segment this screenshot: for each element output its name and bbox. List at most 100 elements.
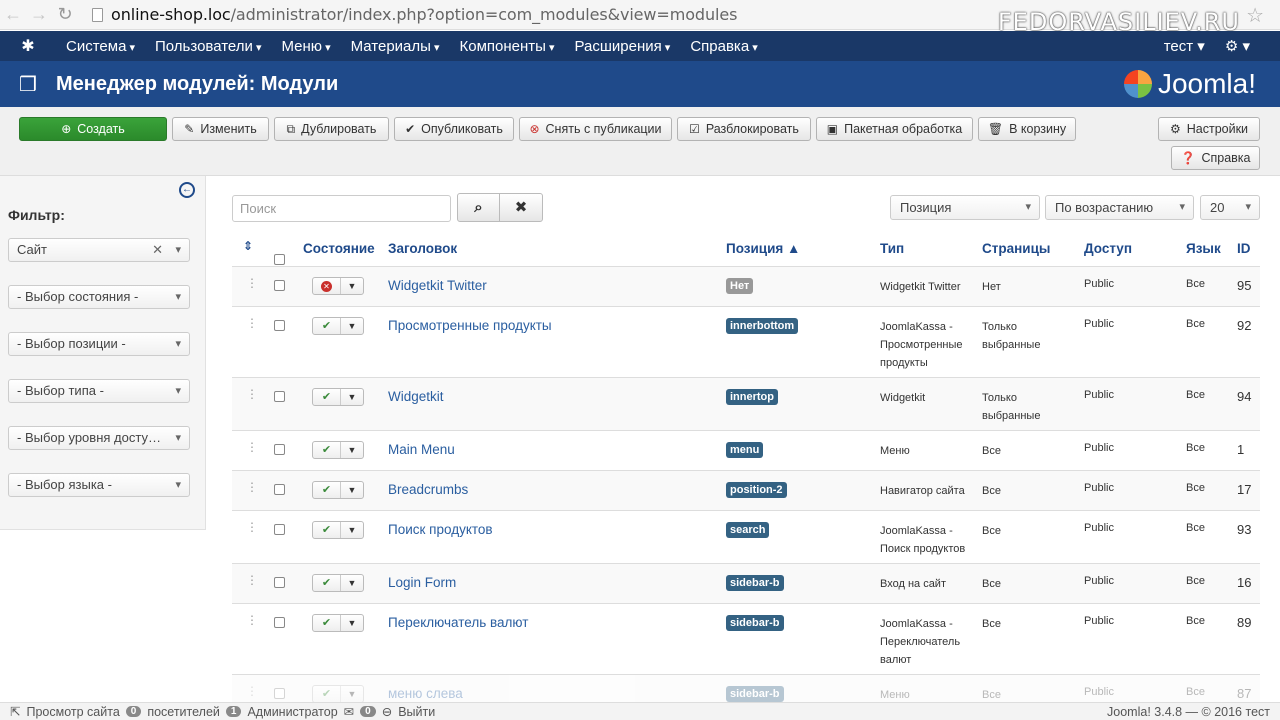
menu-help[interactable]: Справка [680, 38, 767, 55]
menu-components[interactable]: Компоненты [450, 38, 565, 55]
drag-handle-icon[interactable]: ⋮ [246, 684, 258, 698]
menu-extensions[interactable]: Расширения [565, 38, 681, 55]
view-site-link[interactable]: Просмотр сайта [26, 705, 119, 719]
drag-handle-icon[interactable]: ⋮ [246, 520, 258, 534]
access-select[interactable]: - Выбор уровня досту… [8, 426, 190, 450]
status-toggle[interactable]: ✕ ▼ [312, 277, 364, 295]
row-checkbox[interactable] [274, 688, 285, 702]
forward-arrow-icon[interactable]: → [26, 4, 52, 25]
col-type[interactable]: Тип [880, 241, 904, 256]
chevron-down-icon[interactable]: ▼ [341, 522, 363, 538]
menu-users[interactable]: Пользователи [145, 38, 271, 55]
duplicate-button[interactable]: ⧉ Дублировать [274, 117, 389, 141]
ordering-sort-icon[interactable]: ⇕ [243, 239, 253, 253]
row-checkbox[interactable] [274, 484, 285, 498]
table-row: ⋮ ✕ ▼ Widgetkit Twitter Нет Widgetkit Twi… [232, 267, 1260, 307]
sort-field-select[interactable]: Позиция [890, 195, 1040, 220]
status-toggle[interactable]: ✔ ▼ [312, 317, 364, 335]
row-checkbox[interactable] [274, 320, 285, 334]
state-select[interactable]: - Выбор состояния - [8, 285, 190, 309]
module-id: 92 [1237, 318, 1252, 333]
sort-direction-select[interactable]: По возрастанию [1045, 195, 1194, 220]
row-checkbox[interactable] [274, 577, 285, 591]
menu-content[interactable]: Материалы [341, 38, 450, 55]
module-pages: Только выбранные [982, 392, 1041, 422]
col-title[interactable]: Заголовок [388, 241, 457, 256]
menu-system[interactable]: Система [56, 38, 145, 55]
drag-handle-icon[interactable]: ⋮ [246, 276, 258, 290]
drag-handle-icon[interactable]: ⋮ [246, 387, 258, 401]
chevron-down-icon[interactable]: ▼ [341, 389, 363, 405]
module-title-link[interactable]: Переключатель валют [388, 615, 528, 630]
reload-icon[interactable]: ↻ [52, 4, 78, 25]
status-toggle[interactable]: ✔ ▼ [312, 685, 364, 703]
module-title-link[interactable]: Main Menu [388, 442, 455, 457]
batch-button[interactable]: ▣ Пакетная обработка [816, 117, 973, 141]
drag-handle-icon[interactable]: ⋮ [246, 316, 258, 330]
menu-menus[interactable]: Меню [271, 38, 340, 55]
search-input[interactable]: Поиск [232, 195, 451, 222]
collapse-sidebar-icon[interactable]: ← [179, 182, 195, 198]
module-title-link[interactable]: Login Form [388, 575, 456, 590]
drag-handle-icon[interactable]: ⋮ [246, 440, 258, 454]
back-arrow-icon[interactable]: ← [0, 4, 26, 25]
module-title-link[interactable]: меню слева [388, 686, 463, 701]
module-title-link[interactable]: Просмотренные продукты [388, 318, 552, 333]
row-checkbox[interactable] [274, 444, 285, 458]
row-checkbox[interactable] [274, 617, 285, 631]
create-button[interactable]: ⊕ Создать [19, 117, 167, 141]
status-toggle[interactable]: ✔ ▼ [312, 614, 364, 632]
col-id[interactable]: ID [1237, 241, 1251, 256]
row-checkbox[interactable] [274, 524, 285, 538]
row-checkbox[interactable] [274, 280, 285, 294]
page-title: Менеджер модулей: Модули [56, 72, 339, 95]
module-title-link[interactable]: Breadcrumbs [388, 482, 468, 497]
chevron-down-icon[interactable]: ▼ [341, 482, 363, 498]
status-toggle[interactable]: ✔ ▼ [312, 388, 364, 406]
module-title-link[interactable]: Widgetkit [388, 389, 444, 404]
col-status[interactable]: Состояние [303, 241, 375, 256]
col-language[interactable]: Язык [1186, 241, 1221, 256]
module-title-link[interactable]: Поиск продуктов [388, 522, 493, 537]
client-select[interactable]: Сайт ✕ [8, 238, 190, 262]
type-select[interactable]: - Выбор типа - [8, 379, 190, 403]
bookmark-star-icon[interactable]: ☆ [1246, 3, 1264, 28]
table-row: ⋮ ✔ ▼ меню слева sidebar-b Меню Все Publi… [232, 675, 1260, 703]
unpublish-button[interactable]: ⊗ Снять с публикации [519, 117, 672, 141]
search-button[interactable]: ⌕ [457, 193, 500, 222]
unlock-button[interactable]: ☑ Разблокировать [677, 117, 811, 141]
publish-button[interactable]: ✔ Опубликовать [394, 117, 514, 141]
edit-button[interactable]: ✎ Изменить [172, 117, 269, 141]
status-toggle[interactable]: ✔ ▼ [312, 481, 364, 499]
list-limit-select[interactable]: 20 [1200, 195, 1260, 220]
help-button[interactable]: ❓ Справка [1171, 146, 1260, 170]
chevron-down-icon[interactable]: ▼ [341, 278, 363, 294]
col-access[interactable]: Доступ [1084, 241, 1132, 256]
address-bar[interactable]: online-shop.loc/administrator/index.php?… [111, 5, 737, 24]
user-menu[interactable]: тест ▾ [1164, 37, 1205, 55]
language-select[interactable]: - Выбор языка - [8, 473, 190, 497]
settings-gear-icon[interactable]: ⚙ ▾ [1225, 37, 1250, 55]
joomla-logo-icon[interactable]: ✱ [0, 36, 56, 56]
status-toggle[interactable]: ✔ ▼ [312, 441, 364, 459]
logout-link[interactable]: Выйти [398, 705, 435, 719]
chevron-down-icon[interactable]: ▼ [341, 318, 363, 334]
chevron-down-icon[interactable]: ▼ [341, 442, 363, 458]
status-toggle[interactable]: ✔ ▼ [312, 574, 364, 592]
clear-search-button[interactable]: ✖ [499, 193, 543, 222]
position-select[interactable]: - Выбор позиции - [8, 332, 190, 356]
clear-icon[interactable]: ✕ [152, 239, 163, 261]
chevron-down-icon[interactable]: ▼ [341, 575, 363, 591]
chevron-down-icon[interactable]: ▼ [341, 686, 363, 702]
options-button[interactable]: ⚙ Настройки [1158, 117, 1260, 141]
trash-button[interactable]: 🗑 В корзину [978, 117, 1076, 141]
module-title-link[interactable]: Widgetkit Twitter [388, 278, 487, 293]
status-toggle[interactable]: ✔ ▼ [312, 521, 364, 539]
col-position[interactable]: Позиция ▲ [726, 241, 800, 256]
drag-handle-icon[interactable]: ⋮ [246, 613, 258, 627]
col-pages[interactable]: Страницы [982, 241, 1050, 256]
chevron-down-icon[interactable]: ▼ [341, 615, 363, 631]
row-checkbox[interactable] [274, 391, 285, 405]
drag-handle-icon[interactable]: ⋮ [246, 480, 258, 494]
drag-handle-icon[interactable]: ⋮ [246, 573, 258, 587]
